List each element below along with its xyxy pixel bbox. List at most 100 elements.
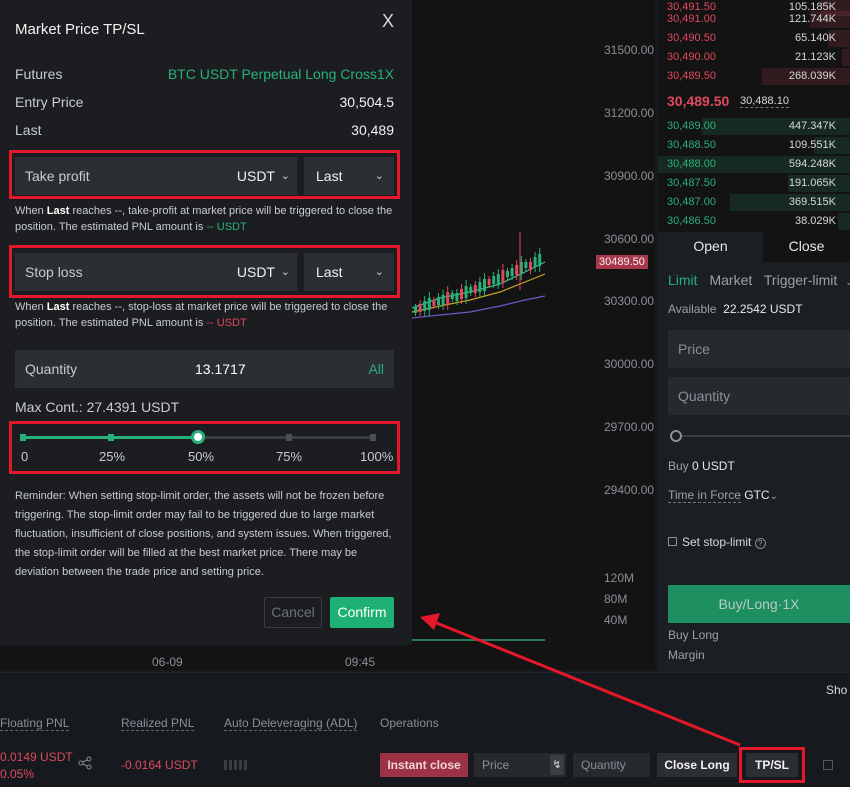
quantity-value: 13.1717 bbox=[195, 361, 246, 377]
ask-quantity: 268.039K bbox=[788, 70, 836, 82]
quantity-input[interactable]: Quantity bbox=[668, 377, 850, 415]
bid-quantity: 594.248K bbox=[788, 158, 836, 170]
price-axis-label: 30600.00 bbox=[604, 232, 655, 246]
price-axis-label: 30000.00 bbox=[604, 357, 655, 371]
slider-knob[interactable] bbox=[670, 430, 682, 442]
checkbox-icon[interactable] bbox=[823, 760, 833, 770]
show-label[interactable]: Sho bbox=[826, 683, 847, 697]
trade-panel: Open Close Limit Market Trigger-limit ⌄ A… bbox=[658, 232, 850, 672]
order-book-ask-row[interactable]: 30,490.00 21.123K bbox=[658, 48, 850, 67]
adl-indicator bbox=[224, 760, 247, 770]
volume-axis-label: 120M bbox=[604, 571, 635, 585]
bid-quantity: 369.515K bbox=[788, 196, 836, 208]
buy-long-button[interactable]: Buy/Long·1X bbox=[668, 585, 850, 623]
order-book-bid-row[interactable]: 30,488.50 109.551K bbox=[658, 136, 850, 155]
open-close-tabs: Open Close bbox=[658, 232, 850, 262]
price-axis: 31500.00 31200.00 30900.00 30600.00 3030… bbox=[598, 0, 655, 670]
order-book-bid-row[interactable]: 30,487.50 191.065K bbox=[658, 174, 850, 193]
candle-body bbox=[483, 279, 486, 291]
market-price-icon[interactable]: ↯ bbox=[550, 755, 564, 775]
percent-label[interactable]: 50% bbox=[188, 449, 214, 464]
futures-label: Futures bbox=[15, 66, 63, 82]
highlight-box bbox=[9, 245, 400, 298]
positions-panel: Sho Floating PNL Realized PNL Auto Delev… bbox=[0, 672, 850, 787]
bid-price: 30,487.00 bbox=[667, 196, 716, 208]
checkbox-icon[interactable] bbox=[668, 537, 677, 546]
instant-close-button[interactable]: Instant close bbox=[380, 753, 468, 777]
close-quantity-input[interactable]: Quantity bbox=[573, 753, 650, 777]
reminder-text: Reminder: When setting stop-limit order,… bbox=[15, 490, 392, 578]
candle-body bbox=[455, 293, 459, 301]
bid-price: 30,487.50 bbox=[667, 177, 716, 189]
order-book-bid-row[interactable]: 30,487.00 369.515K bbox=[658, 193, 850, 212]
order-book-bid-row[interactable]: 30,488.00 594.248K bbox=[658, 155, 850, 174]
price-axis-label: 29700.00 bbox=[604, 420, 655, 434]
order-book-bid-row[interactable]: 30,486.50 38.029K bbox=[658, 212, 850, 231]
last-price: 30,489.50 bbox=[667, 93, 730, 109]
candle-body bbox=[469, 287, 473, 293]
margin-label: Margin bbox=[668, 648, 705, 662]
candle-body bbox=[423, 301, 427, 311]
tab-open[interactable]: Open bbox=[658, 232, 763, 262]
ask-price: 30,489.50 bbox=[667, 70, 716, 82]
floating-pnl-value: 0.0149 USDT bbox=[0, 750, 73, 764]
time-axis-label: 06-09 bbox=[152, 655, 183, 669]
volume-axis-label: 80M bbox=[604, 592, 628, 606]
tab-market[interactable]: Market bbox=[709, 272, 752, 288]
tab-close[interactable]: Close bbox=[763, 232, 850, 262]
candle-body bbox=[473, 285, 477, 293]
price-axis-label: 31500.00 bbox=[604, 43, 655, 57]
all-button[interactable]: All bbox=[368, 361, 384, 377]
percent-label[interactable]: 100% bbox=[360, 449, 393, 464]
realized-pnl-value: -0.0164 USDT bbox=[121, 758, 198, 772]
percent-label[interactable]: 0 bbox=[21, 449, 28, 464]
bid-quantity: 447.347K bbox=[788, 120, 836, 132]
bid-quantity: 109.551K bbox=[788, 139, 836, 151]
quantity-field[interactable]: Quantity 13.1717 All bbox=[15, 350, 394, 388]
candle-body bbox=[506, 271, 509, 277]
close-icon[interactable]: X bbox=[377, 10, 399, 32]
highlight-box bbox=[9, 421, 400, 474]
percent-label[interactable]: 25% bbox=[99, 449, 125, 464]
close-long-button[interactable]: Close Long bbox=[657, 753, 737, 777]
share-icon[interactable] bbox=[78, 756, 92, 775]
candle-body bbox=[538, 254, 542, 266]
header-operations: Operations bbox=[380, 716, 439, 730]
header-realized-pnl: Realized PNL bbox=[121, 716, 195, 731]
candle-body bbox=[427, 298, 431, 310]
candle-body bbox=[529, 262, 532, 270]
order-book-ask-row[interactable]: 30,491.00 121.744K bbox=[658, 10, 850, 29]
last-price-label: Last bbox=[15, 122, 42, 138]
tab-limit[interactable]: Limit bbox=[668, 272, 698, 288]
quantity-slider[interactable] bbox=[670, 430, 850, 442]
percent-label[interactable]: 75% bbox=[276, 449, 302, 464]
cancel-button[interactable]: Cancel bbox=[264, 597, 322, 628]
price-axis-label: 29400.00 bbox=[604, 483, 655, 497]
chevron-down-icon[interactable]: ⌄ bbox=[845, 277, 850, 288]
candle-body bbox=[515, 265, 519, 275]
floating-pnl-percent: 0.05% bbox=[0, 767, 35, 781]
order-book-ask-row[interactable]: 30,490.50 65.140K bbox=[658, 29, 850, 48]
price-input[interactable]: Price bbox=[668, 330, 850, 368]
header-adl: Auto Deleveraging (ADL) bbox=[224, 716, 358, 731]
highlight-box bbox=[9, 150, 400, 199]
ask-price: 30,491.00 bbox=[667, 13, 716, 25]
take-profit-hint: When Last reaches --, take-profit at mar… bbox=[15, 205, 393, 233]
help-icon[interactable]: ? bbox=[754, 538, 766, 549]
chevron-down-icon: ⌄ bbox=[769, 491, 778, 502]
candle-body bbox=[492, 276, 496, 284]
header-floating-pnl: Floating PNL bbox=[0, 716, 70, 731]
confirm-button[interactable]: Confirm bbox=[330, 597, 394, 628]
set-stop-limit[interactable]: Set stop-limit ? bbox=[668, 535, 766, 549]
ask-price: 30,490.00 bbox=[667, 51, 716, 63]
tab-trigger-limit[interactable]: Trigger-limit bbox=[764, 272, 837, 288]
order-book-ask-row[interactable]: 30,489.50 268.039K bbox=[658, 67, 850, 86]
bid-price: 30,486.50 bbox=[667, 215, 716, 227]
order-book-mid-price: 30,489.50 30,488.10 bbox=[658, 91, 850, 113]
futures-value: BTC USDT Perpetual Long Cross1X bbox=[167, 66, 394, 82]
order-book-bid-row[interactable]: 30,489.00 447.347K bbox=[658, 117, 850, 136]
price-axis-label: 30900.00 bbox=[604, 169, 655, 183]
time-in-force[interactable]: Time in Force GTC⌄ bbox=[668, 488, 778, 503]
candle-body bbox=[418, 304, 422, 312]
candle-body bbox=[524, 262, 528, 268]
